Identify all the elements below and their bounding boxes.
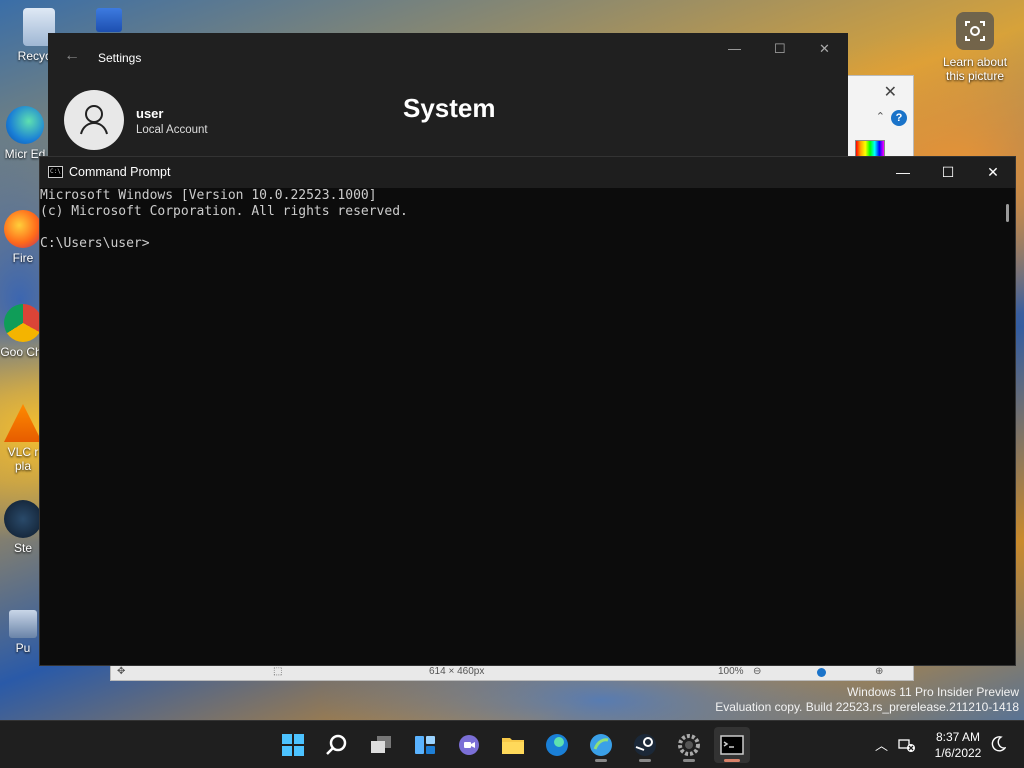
photo-status-bar: ✥ ⬚ 614 × 460px 100% ⊖ ⊕ — [111, 664, 913, 680]
putty-icon — [9, 610, 37, 638]
maximize-button[interactable]: ☐ — [774, 41, 786, 57]
learn-about-picture[interactable]: Learn about this picture — [938, 12, 1012, 83]
start-button[interactable] — [275, 727, 311, 763]
task-view-icon — [371, 736, 391, 753]
taskbar: ︿ 8:37 AM 1/6/2022 — [0, 720, 1024, 768]
desktop-icon-label: Pu — [15, 641, 31, 655]
task-view-button[interactable] — [363, 727, 399, 763]
settings-window-title: Settings — [98, 51, 142, 65]
desktop-icon-label: Ste — [13, 541, 32, 555]
zoom-out-icon[interactable]: ⊖ — [753, 666, 761, 677]
zoom-in-icon[interactable]: ⊕ — [875, 666, 883, 677]
cmd-titlebar[interactable]: C:\ Command Prompt — ☐ ✕ — [40, 157, 1015, 188]
scrollbar-thumb[interactable] — [1006, 204, 1009, 222]
browser-icon — [590, 734, 612, 756]
edge-icon — [6, 106, 44, 144]
account-type: Local Account — [136, 124, 208, 136]
chrome-icon — [4, 304, 42, 342]
clock-date: 1/6/2022 — [934, 746, 982, 760]
running-indicator — [639, 759, 651, 762]
chat-button[interactable] — [451, 727, 487, 763]
search-icon — [326, 734, 347, 755]
lock-icon — [96, 8, 122, 32]
settings-icon — [678, 734, 700, 756]
watermark-build: Evaluation copy. Build 22523.rs_prerelea… — [715, 700, 1019, 714]
command-prompt-icon[interactable]: C:\ — [48, 166, 63, 178]
user-name: user — [136, 106, 164, 121]
cmd-window-title: Command Prompt — [69, 165, 171, 179]
desktop-icon-label: Fire — [12, 251, 34, 265]
zoom-level: 100% — [718, 666, 744, 677]
widgets-icon — [415, 736, 435, 754]
vlc-icon — [4, 404, 42, 442]
image-size: 614 × 460px — [429, 666, 485, 677]
back-arrow-icon[interactable]: ← — [64, 47, 80, 65]
build-watermark: Windows 11 Pro Insider Preview Evaluatio… — [715, 685, 1019, 715]
maximize-button[interactable]: ☐ — [925, 157, 971, 188]
steam-icon — [4, 500, 42, 538]
command-prompt-window[interactable]: C:\ Command Prompt — ☐ ✕ Microsoft Windo… — [39, 156, 1016, 666]
active-indicator — [724, 759, 740, 762]
console-line: (c) Microsoft Corporation. All rights re… — [40, 204, 408, 219]
page-title: System — [403, 93, 496, 123]
widgets-button[interactable] — [407, 727, 443, 763]
chat-icon — [459, 735, 479, 755]
settings-window: ← Settings — ☐ ✕ user Local Account Syst… — [48, 33, 848, 163]
clock-time: 8:37 AM — [935, 730, 981, 744]
watermark-edition: Windows 11 Pro Insider Preview — [847, 685, 1019, 699]
system-clock[interactable]: 8:37 AM 1/6/2022 — [926, 729, 990, 761]
camera-focus-icon — [956, 12, 994, 50]
console-prompt: C:\Users\user> — [40, 236, 150, 251]
desktop-icon-label: VLC r pla — [7, 445, 39, 473]
search-button[interactable] — [319, 727, 355, 763]
desktop-icon-edge[interactable]: Micr Ed — [0, 106, 50, 161]
close-icon[interactable]: ✕ — [884, 82, 897, 102]
steam-icon — [634, 734, 656, 756]
chevron-up-icon[interactable]: ︿ — [875, 735, 888, 754]
focus-assist-moon-icon[interactable] — [990, 735, 1006, 753]
edge-icon — [546, 734, 568, 756]
minimize-button[interactable]: — — [728, 41, 741, 56]
running-indicator — [683, 759, 695, 762]
firefox-icon — [4, 210, 42, 248]
minimize-button[interactable]: — — [880, 157, 926, 188]
command-prompt-icon — [720, 735, 744, 755]
select-icon[interactable]: ⬚ — [273, 666, 282, 677]
close-button[interactable]: ✕ — [970, 157, 1016, 188]
desktop-icon-lock-folder[interactable] — [92, 6, 128, 34]
help-icon[interactable]: ? — [891, 110, 907, 126]
settings-button[interactable] — [671, 727, 707, 763]
chevron-up-icon[interactable]: ⌃ — [876, 110, 885, 123]
file-explorer-button[interactable] — [495, 727, 531, 763]
edge-button[interactable] — [539, 727, 575, 763]
user-icon — [80, 105, 108, 135]
settings-titlebar[interactable]: ← Settings — ☐ ✕ — [48, 33, 848, 81]
avatar[interactable] — [64, 90, 124, 150]
file-explorer-icon — [502, 738, 524, 754]
console-line: Microsoft Windows [Version 10.0.22523.10… — [40, 188, 377, 203]
learn-about-label: Learn about this picture — [942, 55, 1008, 83]
console-output[interactable]: Microsoft Windows [Version 10.0.22523.10… — [40, 188, 999, 665]
command-prompt-button[interactable] — [714, 727, 750, 763]
steam-button[interactable] — [627, 727, 663, 763]
running-indicator — [595, 759, 607, 762]
close-button[interactable]: ✕ — [819, 41, 830, 57]
move-icon[interactable]: ✥ — [117, 666, 125, 677]
start-icon — [282, 734, 304, 756]
zoom-slider-thumb[interactable] — [817, 668, 826, 677]
browser-button[interactable] — [583, 727, 619, 763]
network-disconnected-icon[interactable] — [898, 737, 916, 753]
